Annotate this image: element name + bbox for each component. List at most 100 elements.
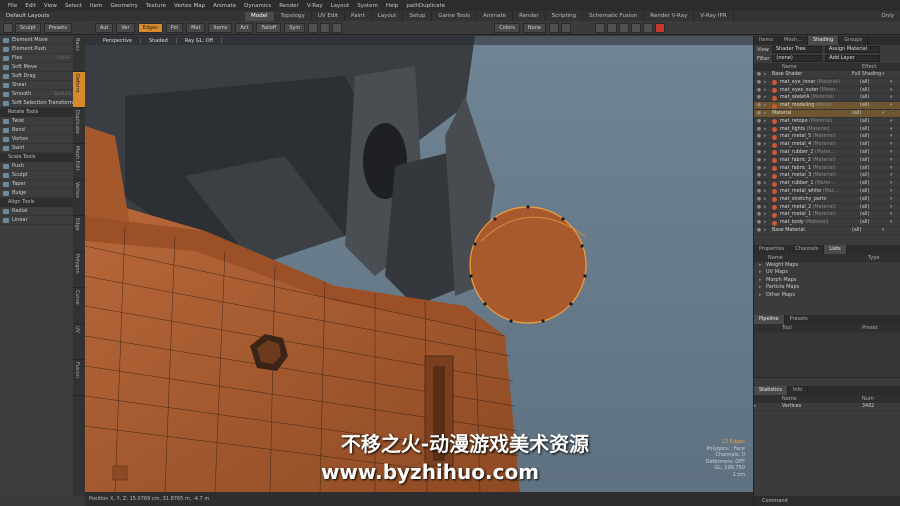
vertical-tab[interactable]: Deform [73, 72, 85, 108]
visibility-eye-icon[interactable]: ● [754, 87, 764, 94]
mode-tab[interactable]: Animate [477, 11, 514, 21]
shader-row[interactable]: ● ▸ mat_stretchy_parts (all) ▾ [754, 196, 900, 204]
visibility-eye-icon[interactable]: ● [754, 149, 764, 156]
map-list-item[interactable]: Morph Maps [754, 277, 900, 285]
tool-item[interactable]: Soft Drag [0, 72, 73, 81]
dropdown-arrow-icon[interactable]: ▾ [890, 79, 896, 86]
expand-arrow-icon[interactable]: ▸ [764, 165, 772, 172]
tool-item[interactable]: Element Move [0, 36, 73, 45]
settings-icon[interactable] [642, 22, 653, 33]
dropdown-arrow-icon[interactable]: ▾ [890, 196, 896, 203]
expand-arrow-icon[interactable]: ▸ [764, 94, 772, 101]
visibility-eye-icon[interactable]: ● [754, 102, 764, 109]
expand-arrow-icon[interactable]: ▸ [764, 102, 772, 109]
shader-row[interactable]: ● ▸ mat_lights (Material) (all) ▾ [754, 126, 900, 134]
shader-effect[interactable]: (all) [860, 149, 890, 156]
visibility-eye-icon[interactable]: ● [754, 227, 764, 234]
menu-item[interactable]: Layout [327, 3, 354, 9]
shader-effect[interactable]: (all) [860, 126, 890, 133]
tool-item[interactable]: Vortex [0, 135, 73, 144]
mode-tab[interactable]: UV Edit [312, 11, 345, 21]
dropdown-arrow-icon[interactable]: ▾ [890, 126, 896, 133]
user-label[interactable]: Only [881, 13, 894, 19]
tool-item[interactable]: Element Push [0, 45, 73, 54]
list-tab[interactable]: Lists [824, 244, 847, 254]
menu-item[interactable]: Texture [142, 3, 170, 9]
mode-tab[interactable]: Scripting [546, 11, 584, 21]
statistics-tab[interactable]: Statistics [754, 386, 788, 396]
shader-row[interactable]: ● ▸ Base Shader Full Shading ▾ [754, 71, 900, 79]
expand-arrow-icon[interactable]: ▸ [764, 219, 772, 226]
visibility-eye-icon[interactable]: ● [754, 180, 764, 187]
visibility-eye-icon[interactable]: ● [754, 204, 764, 211]
tool-item[interactable]: Soft Move [0, 63, 73, 72]
tool-item[interactable]: Radial [0, 207, 73, 216]
pipeline-tab[interactable]: Presets [785, 315, 814, 325]
shader-effect[interactable]: (all) [860, 219, 890, 226]
menu-item[interactable]: Help [382, 3, 403, 9]
tool-item[interactable]: Bulge [0, 189, 73, 198]
expand-arrow-icon[interactable]: ▸ [764, 196, 772, 203]
symmetry-button[interactable]: Sym [284, 22, 306, 33]
shading-tab[interactable]: Groups [839, 36, 869, 45]
tool-item[interactable]: Taper [0, 180, 73, 189]
render-icon[interactable] [594, 22, 605, 33]
expand-arrow-icon[interactable]: ▸ [764, 79, 772, 86]
redo-icon[interactable] [560, 22, 571, 33]
shader-row[interactable]: ● ▸ Material (all) ▾ [754, 109, 900, 118]
shader-row[interactable]: ● ▸ Base Material (all) ▾ [754, 227, 900, 235]
vertical-tab[interactable]: UV [73, 324, 85, 360]
polygons-mode-button[interactable]: Pol [165, 22, 184, 33]
shader-effect[interactable]: (all) [860, 79, 890, 86]
shader-effect[interactable]: (all) [852, 227, 882, 234]
statistics-tab[interactable]: Info [788, 386, 809, 396]
tool-item[interactable]: Linear [0, 216, 73, 225]
dropdown-arrow-icon[interactable]: ▾ [890, 165, 896, 172]
dropdown-arrow-icon[interactable]: ▾ [890, 180, 896, 187]
tool-item[interactable]: Sculpt [0, 171, 73, 180]
visibility-eye-icon[interactable]: ● [754, 141, 764, 148]
menu-item[interactable]: Vertex Map [170, 3, 209, 9]
shader-effect[interactable]: (all) [860, 188, 890, 195]
tool-item[interactable]: Smooth Shift+S [0, 90, 73, 99]
vertices-mode-button[interactable]: Ver [116, 22, 135, 33]
dropdown-arrow-icon[interactable]: ▾ [882, 71, 888, 78]
tool-item[interactable]: Twist [0, 117, 73, 126]
shader-effect[interactable]: (all) [860, 157, 890, 164]
menu-item[interactable]: Render [275, 3, 303, 9]
visibility-eye-icon[interactable]: ● [754, 188, 764, 195]
viewport-option[interactable]: Perspective [95, 37, 141, 44]
dropdown-arrow-icon[interactable]: ▾ [890, 94, 896, 101]
shader-row[interactable]: ● ▸ mat_metal_2 (Material) (all) ▾ [754, 204, 900, 212]
expand-arrow-icon[interactable]: ▸ [764, 118, 772, 125]
dropdown-arrow-icon[interactable]: ▾ [882, 110, 888, 117]
dropdown-arrow-icon[interactable]: ▾ [890, 141, 896, 148]
shader-effect[interactable]: (all) [860, 133, 890, 140]
dropdown-arrow-icon[interactable]: ▾ [890, 133, 896, 140]
shader-effect[interactable]: (all) [860, 172, 890, 179]
shader-row[interactable]: ● ▸ mat_rubber_1 (Mater... (all) ▾ [754, 180, 900, 188]
mode-tab[interactable]: Schematic Fusion [583, 11, 645, 21]
render-region-icon[interactable] [606, 22, 617, 33]
expand-arrow-icon[interactable]: ▸ [764, 204, 772, 211]
dropdown-arrow-icon[interactable]: ▾ [890, 118, 896, 125]
menu-item[interactable]: View [40, 3, 61, 9]
expand-arrow-icon[interactable]: ▸ [764, 172, 772, 179]
menu-item[interactable]: Dynamics [240, 3, 275, 9]
mode-tab[interactable]: Layout [372, 11, 404, 21]
shader-effect[interactable]: (all) [860, 87, 890, 94]
dropdown-arrow-icon[interactable]: ▾ [890, 149, 896, 156]
expand-arrow-icon[interactable]: ▸ [764, 180, 772, 187]
shader-row[interactable]: ● ▸ mat_fabric_1 (Material) (all) ▾ [754, 165, 900, 173]
materials-mode-button[interactable]: Mat [186, 22, 206, 33]
undo-icon[interactable] [548, 22, 559, 33]
visibility-eye-icon[interactable]: ● [754, 219, 764, 226]
menu-item[interactable]: Geometry [106, 3, 141, 9]
snap-icon[interactable] [308, 22, 319, 33]
add-layer-button[interactable]: Add Layer [825, 55, 881, 62]
sculpt-icon[interactable] [3, 22, 13, 33]
auto-select-button[interactable]: Aut [94, 22, 114, 33]
shader-row[interactable]: ● ▸ mat_metal_5 (Material) (all) ▾ [754, 133, 900, 142]
shading-tab[interactable]: Mesh... [779, 36, 808, 45]
3d-viewport[interactable]: Perspective Shaded Ray GL: Off 12 Edges Po… [85, 36, 753, 492]
